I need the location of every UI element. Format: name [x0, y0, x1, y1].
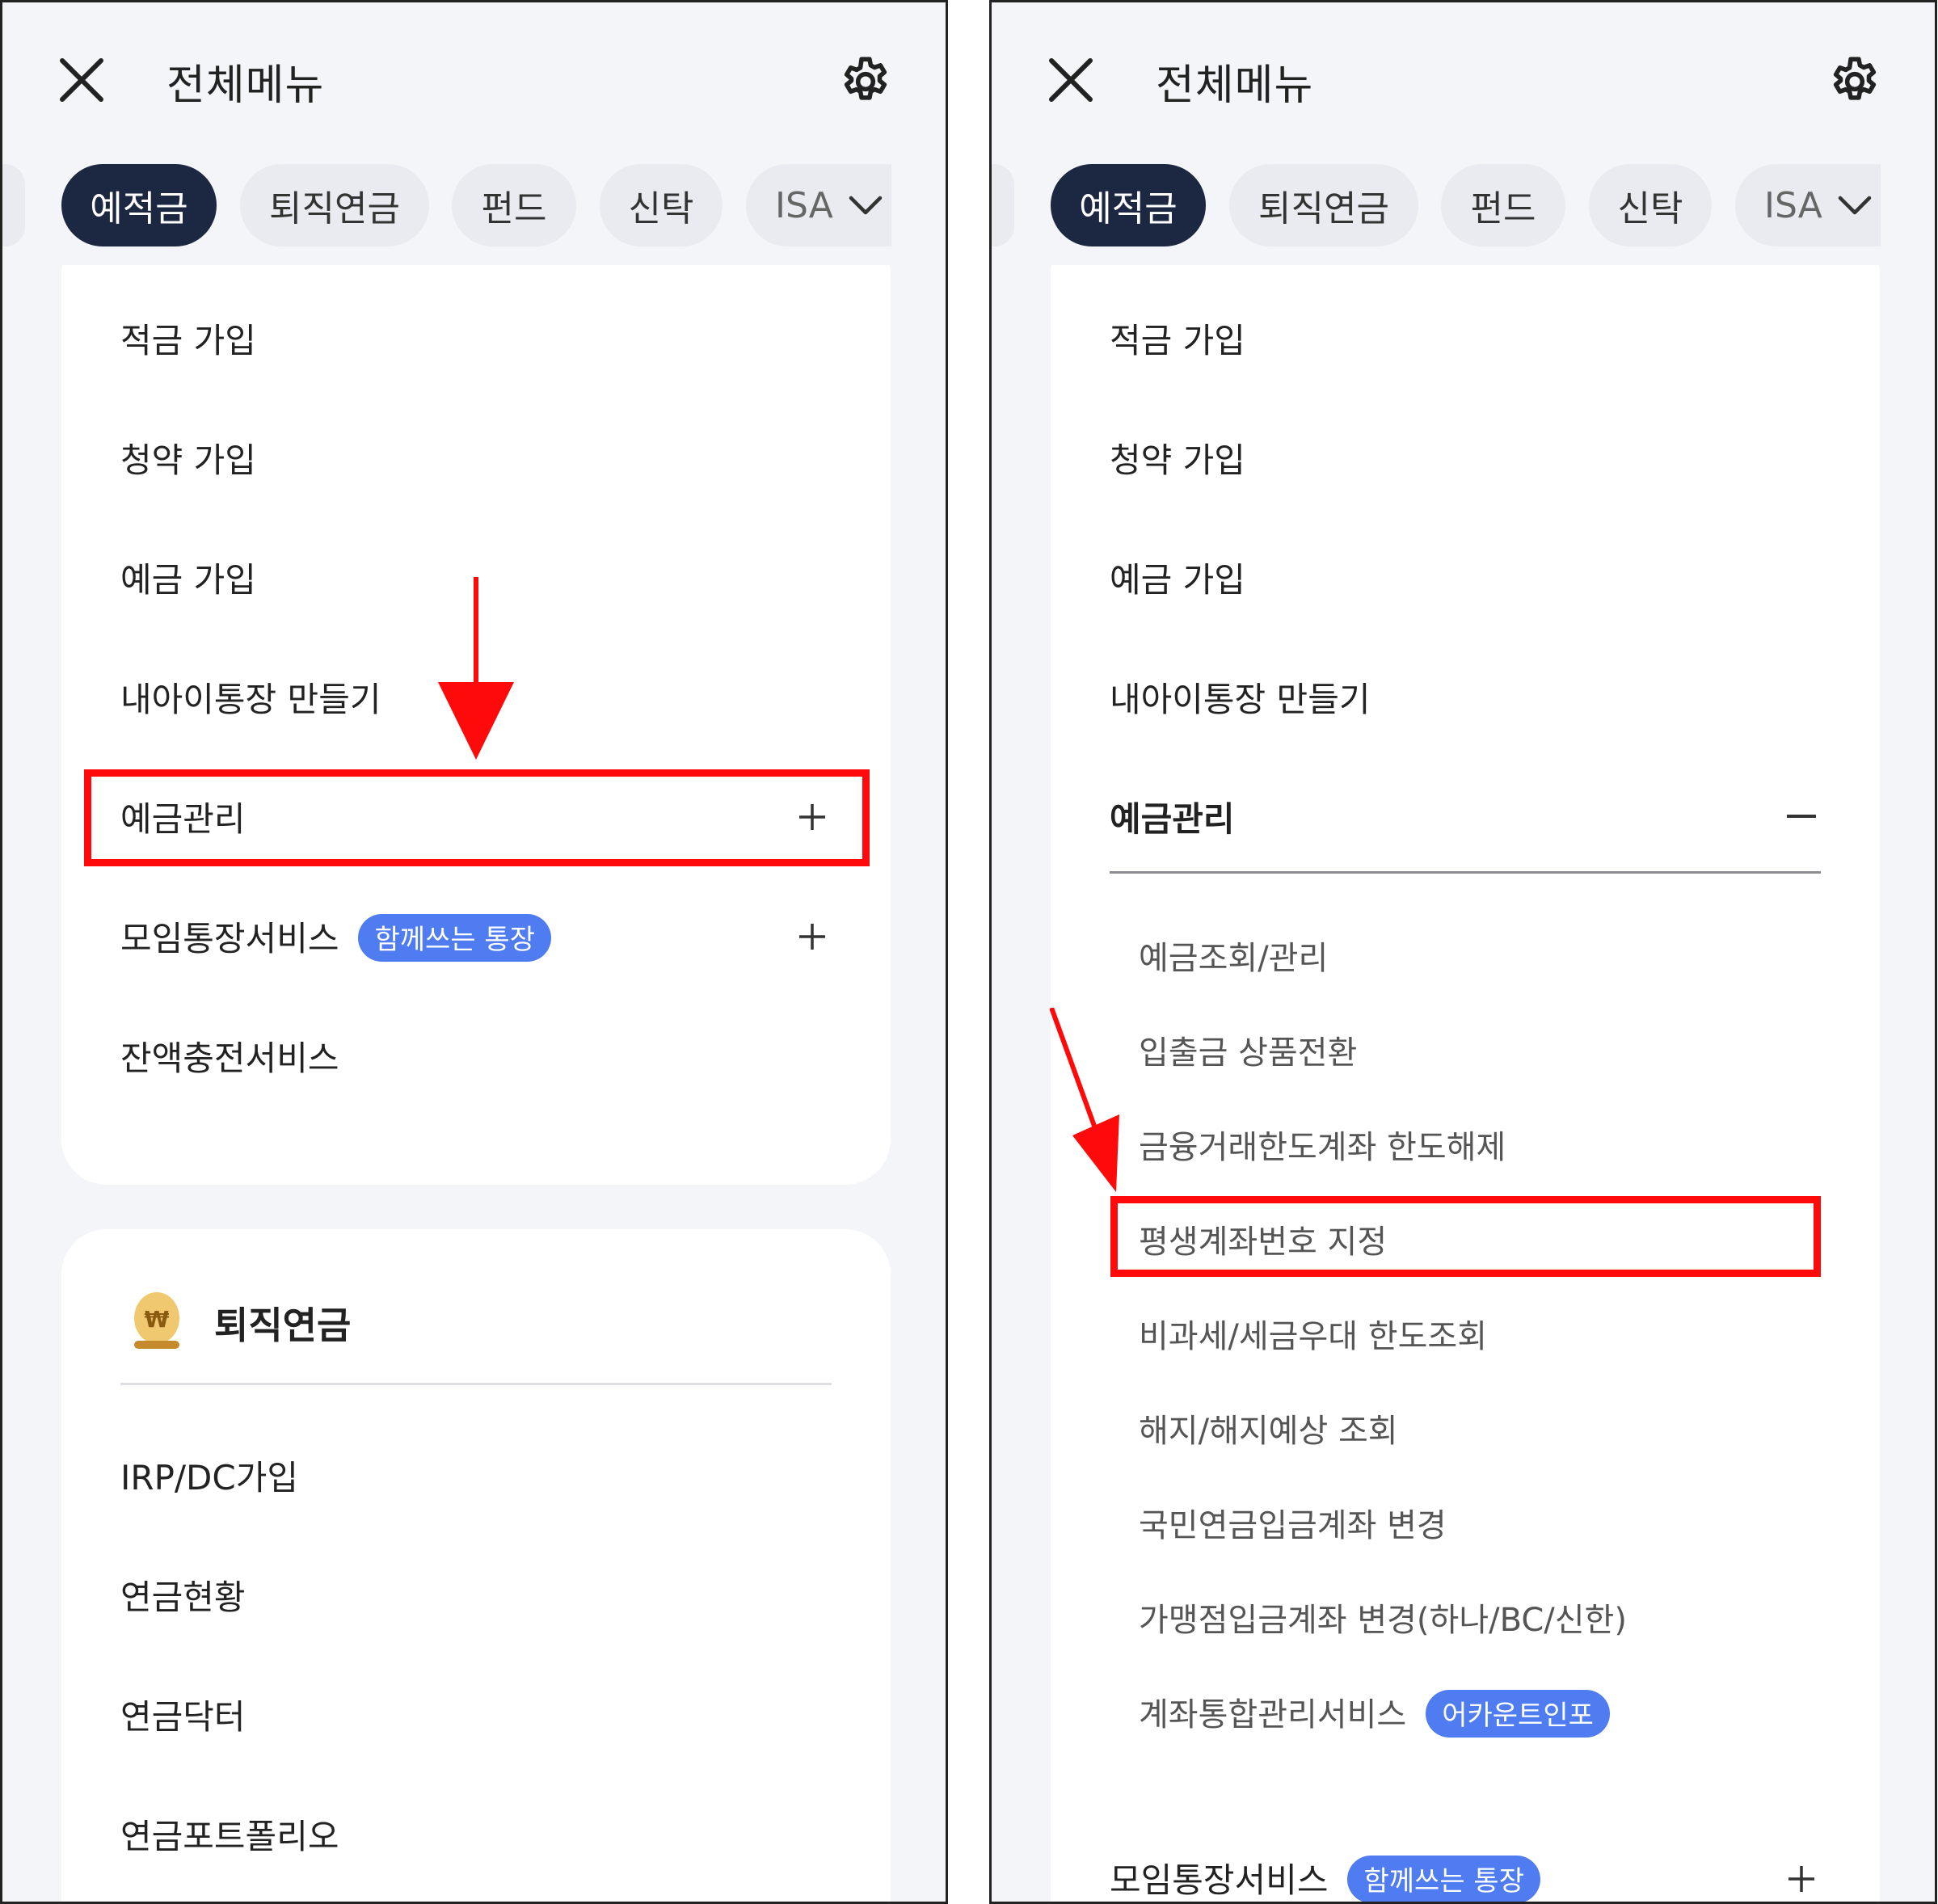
moim-badge: 함께쓰는 통장 [358, 914, 551, 962]
menu-item-balance-charge[interactable]: 잔액충전서비스 [120, 1031, 339, 1080]
svg-text:₩: ₩ [145, 1306, 170, 1333]
close-icon[interactable] [1048, 57, 1093, 103]
account-info-badge: 어카운트인포 [1426, 1689, 1610, 1738]
red-arrow [438, 577, 514, 760]
header: 전체메뉴 예적금 퇴직연금 펀드 신탁 ISA [992, 2, 1935, 265]
menu-item-deposit-manage[interactable]: 예금관리 [1110, 792, 1235, 841]
tab-deposit[interactable]: 예적금 [61, 164, 217, 246]
submenu-deposit-inquiry[interactable]: 예금조회/관리 [1139, 932, 1328, 979]
divider [1110, 871, 1821, 874]
tab-isa-label: ISA [775, 184, 833, 226]
tab-deposit[interactable]: 예적금 [1051, 164, 1206, 246]
submenu-termination[interactable]: 해지/해지예상 조회 [1139, 1405, 1398, 1451]
tab-isa[interactable]: ISA [1735, 164, 1881, 246]
menu-item-moim[interactable]: 모임통장서비스 함께쓰는 통장 [120, 912, 551, 965]
menu-item-savings-join[interactable]: 적금 가입 [1110, 314, 1245, 363]
header: 전체메뉴 예적금 퇴직연금 펀드 신탁 ISA [2, 2, 946, 265]
plus-icon[interactable] [1787, 1864, 1816, 1893]
close-icon[interactable] [59, 57, 104, 103]
page-title: 전체메뉴 [166, 61, 325, 110]
pension-card [61, 1229, 891, 1902]
menu-screen-left: 전체메뉴 예적금 퇴직연금 펀드 신탁 ISA 적금 가입 청약 가입 예금 가… [0, 0, 948, 1904]
menu-screen-right: 전체메뉴 예적금 퇴직연금 펀드 신탁 ISA 적금 가입 청약 가입 예금 가… [989, 0, 1937, 1904]
tab-pension[interactable]: 퇴직연금 [240, 164, 429, 246]
menu-item-subscription-join[interactable]: 청약 가입 [120, 433, 256, 482]
menu-item-pension-status[interactable]: 연금현황 [120, 1570, 246, 1620]
submenu-product-convert[interactable]: 입출금 상품전환 [1139, 1026, 1357, 1073]
menu-item-kids-account[interactable]: 내아이통장 만들기 [120, 672, 381, 722]
tab-fund[interactable]: 펀드 [1441, 164, 1565, 246]
category-tabs: 예적금 퇴직연금 펀드 신탁 ISA [992, 164, 1935, 248]
submenu-tax-free-limit[interactable]: 비과세/세금우대 한도조회 [1139, 1310, 1487, 1357]
moim-badge: 함께쓰는 통장 [1347, 1856, 1540, 1902]
category-tabs: 예적금 퇴직연금 펀드 신탁 ISA [2, 164, 946, 248]
menu-item-pension-portfolio[interactable]: 연금포트폴리오 [120, 1809, 339, 1859]
tab-prev-stub[interactable] [2, 164, 25, 246]
highlight-box [1110, 1196, 1821, 1277]
menu-item-deposit-join[interactable]: 예금 가입 [120, 553, 256, 602]
gear-icon[interactable] [1826, 53, 1883, 110]
moim-label: 모임통장서비스 [1110, 1860, 1329, 1900]
submenu-pension-account-change[interactable]: 국민연금입금계좌 변경 [1139, 1499, 1447, 1546]
highlight-box [84, 769, 870, 866]
submenu-account-info[interactable]: 계좌통합관리서비스 어카운트인포 [1139, 1688, 1610, 1741]
moim-label: 모임통장서비스 [120, 919, 339, 958]
gear-icon[interactable] [837, 53, 894, 110]
menu-item-deposit-join[interactable]: 예금 가입 [1110, 553, 1245, 602]
menu-item-pension-doctor[interactable]: 연금닥터 [120, 1690, 246, 1739]
menu-item-subscription-join[interactable]: 청약 가입 [1110, 433, 1245, 482]
submenu-limit-release[interactable]: 금융거래한도계좌 한도해제 [1139, 1121, 1506, 1168]
menu-item-moim[interactable]: 모임통장서비스 함께쓰는 통장 [1110, 1853, 1540, 1902]
tab-fund[interactable]: 펀드 [452, 164, 576, 246]
chevron-down-icon[interactable] [1837, 194, 1873, 217]
page-title: 전체메뉴 [1156, 61, 1314, 110]
tab-isa[interactable]: ISA [746, 164, 891, 246]
tab-trust[interactable]: 신탁 [1589, 164, 1712, 246]
pension-title: 퇴직연금 [214, 1304, 352, 1347]
tab-pension[interactable]: 퇴직연금 [1229, 164, 1418, 246]
tab-isa-label: ISA [1764, 184, 1822, 226]
tab-trust[interactable]: 신탁 [600, 164, 723, 246]
menu-item-irp-dc[interactable]: IRP/DC가입 [120, 1451, 298, 1500]
egg-coin-icon: ₩ [134, 1292, 179, 1349]
account-info-label: 계좌통합관리서비스 [1139, 1696, 1407, 1733]
submenu-merchant-account-change[interactable]: 가맹점입금계좌 변경(하나/BC/신한) [1139, 1594, 1627, 1641]
minus-icon[interactable] [1787, 814, 1816, 819]
plus-icon[interactable] [798, 922, 827, 951]
menu-item-kids-account[interactable]: 내아이통장 만들기 [1110, 672, 1370, 722]
chevron-down-icon[interactable] [848, 194, 883, 217]
menu-item-savings-join[interactable]: 적금 가입 [120, 314, 256, 363]
red-arrow [1050, 1008, 1119, 1192]
divider [120, 1383, 832, 1385]
tab-prev-stub[interactable] [992, 164, 1014, 246]
